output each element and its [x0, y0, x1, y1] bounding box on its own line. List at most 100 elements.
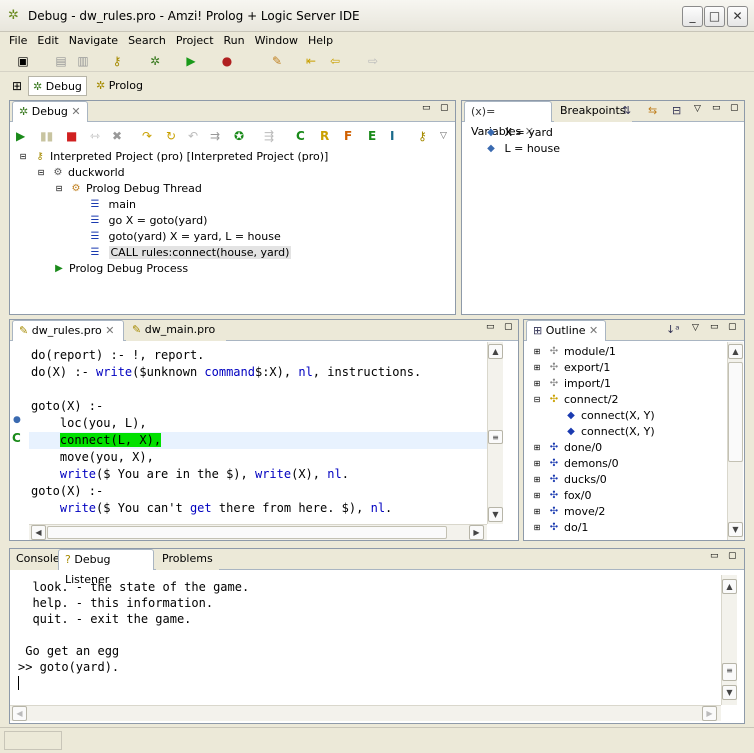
breakpoint-marker-icon[interactable]: ● [13, 415, 21, 425]
minimize-view-icon[interactable]: ▭ [486, 322, 495, 332]
step-over-icon[interactable]: ↻ [166, 126, 176, 146]
sort-icon[interactable]: ↓ᵃ [666, 323, 680, 336]
tab-dw-rules[interactable]: ✎ dw_rules.pro ✕ [12, 320, 124, 341]
perspective-debug[interactable]: ✲ Debug [28, 76, 87, 96]
view-menu-icon[interactable]: ▽ [694, 104, 701, 114]
info-port-icon[interactable]: I [390, 126, 394, 146]
redo-port-icon[interactable]: R [320, 126, 329, 146]
console-caret[interactable] [18, 676, 19, 690]
outline-item[interactable]: ⊞ ✣ move/2 [530, 504, 606, 520]
code-line-current[interactable]: connect(L, X), [31, 432, 162, 449]
tree-item-frame-main[interactable]: ☰ main [88, 197, 136, 213]
tree-item-thread[interactable]: ⊟ ⚙ Prolog Debug Thread [52, 181, 202, 197]
step-into-icon[interactable]: ↷ [142, 126, 152, 146]
menu-run[interactable]: Run [219, 32, 250, 50]
external-tools-icon[interactable]: ● [218, 52, 236, 70]
menu-edit[interactable]: Edit [32, 32, 63, 50]
minimize-view-icon[interactable]: ▭ [710, 322, 719, 332]
code-line[interactable]: do(X) :- write($unknown command$:X), nl,… [31, 364, 421, 381]
maximize-button[interactable]: □ [704, 6, 725, 27]
project-icon[interactable]: ⚷ [418, 126, 427, 146]
minimize-view-icon[interactable]: ▭ [712, 103, 721, 113]
disconnect-icon[interactable]: ⇿ [90, 126, 100, 146]
run-icon[interactable]: ▶ [182, 52, 200, 70]
outline-item[interactable]: ⊞ ✣ demons/0 [530, 456, 619, 472]
maximize-view-icon[interactable]: ▢ [730, 103, 739, 113]
code-line[interactable]: move(you, X), [31, 449, 154, 466]
resume-icon[interactable]: ▶ [16, 126, 25, 146]
code-line[interactable]: goto(X) :- [31, 483, 103, 500]
save-icon[interactable]: ▤ [52, 52, 70, 70]
editor-horizontal-scrollbar[interactable]: ◀ ▶ [29, 524, 487, 540]
outline-item[interactable]: ⊞ ✣ ducks/0 [530, 472, 607, 488]
menu-help[interactable]: Help [303, 32, 338, 50]
console-horizontal-scrollbar[interactable]: ◀ ▶ [10, 705, 721, 721]
pin-icon[interactable]: ✎ [268, 52, 286, 70]
menu-search[interactable]: Search [123, 32, 171, 50]
minimize-view-icon[interactable]: ▭ [422, 103, 431, 113]
view-menu-icon[interactable]: ▽ [692, 323, 699, 333]
perspective-prolog[interactable]: ✲ Prolog [92, 76, 147, 96]
suspend-icon[interactable]: ▮▮ [40, 126, 53, 146]
tree-item-process[interactable]: ▶ Prolog Debug Process [52, 261, 188, 277]
code-line[interactable]: do(report) :- !, report. [31, 347, 204, 364]
code-line[interactable]: loc(you, L), [31, 415, 147, 432]
code-line[interactable]: write($ You are in the $), write(X), nl. [31, 466, 349, 483]
terminate-icon[interactable]: ■ [66, 126, 77, 146]
outline-vertical-scrollbar[interactable]: ▲ ▼ [727, 342, 743, 540]
step-return-icon[interactable]: ↶ [188, 126, 198, 146]
console-vertical-scrollbar[interactable]: ▲ ≡ ▼ [721, 575, 737, 705]
outline-item[interactable]: ⊞ ✣ import/1 [530, 376, 611, 392]
open-perspective-icon[interactable]: ⊞ [8, 77, 26, 95]
show-type-icon[interactable]: ⇅ [622, 104, 631, 117]
menu-navigate[interactable]: Navigate [64, 32, 123, 50]
maximize-view-icon[interactable]: ▢ [728, 551, 737, 561]
tab-debug-listener[interactable]: ? Debug Listener [58, 549, 154, 586]
editor-vertical-scrollbar[interactable]: ▲ ≡ ▼ [487, 342, 503, 524]
tab-breakpoints[interactable]: Breakpoints [554, 101, 632, 122]
menu-window[interactable]: Window [250, 32, 303, 50]
show-logical-icon[interactable]: ⇆ [648, 104, 657, 117]
maximize-view-icon[interactable]: ▢ [728, 322, 737, 332]
tab-dw-main[interactable]: ✎ dw_main.pro [126, 320, 226, 341]
view-menu-icon[interactable]: ▽ [440, 126, 447, 146]
variable-row[interactable]: ◆ L = house [484, 141, 560, 157]
outline-item-clause[interactable]: ◆ connect(X, Y) [564, 424, 655, 440]
code-line[interactable]: goto(X) :- [31, 398, 103, 415]
outline-item[interactable]: ⊞ ✣ fox/0 [530, 488, 592, 504]
remove-terminated-icon[interactable]: ✖ [112, 126, 122, 146]
outline-item[interactable]: ⊞ ✣ module/1 [530, 344, 616, 360]
variable-row[interactable]: ◆ X = yard [484, 125, 553, 141]
collapse-all-icon[interactable]: ⊟ [672, 104, 681, 117]
tree-item-frame-call[interactable]: ☰ CALL rules:connect(house, yard) [88, 245, 292, 261]
outline-item[interactable]: ⊟ ✣ connect/2 [530, 392, 619, 408]
project-icon[interactable]: ⚷ [108, 52, 126, 70]
call-port-icon[interactable]: C [296, 126, 305, 146]
use-step-filters-icon[interactable]: ⇶ [264, 126, 274, 146]
code-line[interactable]: write($ You can't get there from here. $… [31, 500, 392, 517]
forward-icon[interactable]: ⇨ [364, 52, 382, 70]
minimize-view-icon[interactable]: ▭ [710, 551, 719, 561]
new-icon[interactable]: ▣ [14, 52, 32, 70]
maximize-view-icon[interactable]: ▢ [504, 322, 513, 332]
outline-item[interactable]: ⊞ ✣ do/1 [530, 520, 589, 536]
tab-problems[interactable]: Problems [156, 549, 219, 570]
menu-project[interactable]: Project [171, 32, 219, 50]
maximize-view-icon[interactable]: ▢ [440, 103, 449, 113]
tab-debug[interactable]: ✲ Debug ✕ [12, 101, 88, 122]
outline-item[interactable]: ⊞ ✣ export/1 [530, 360, 611, 376]
outline-item-clause[interactable]: ◆ connect(X, Y) [564, 408, 655, 424]
tree-item-frame-go[interactable]: ☰ go X = goto(yard) [88, 213, 208, 229]
trace-icon[interactable]: ✪ [234, 126, 244, 146]
tree-item-frame-goto[interactable]: ☰ goto(yard) X = yard, L = house [88, 229, 281, 245]
tree-item-project[interactable]: ⊟ ⚷ Interpreted Project (pro) [Interpreted… [16, 149, 329, 165]
close-button[interactable]: ✕ [727, 6, 748, 27]
outline-item[interactable]: ⊞ ✣ done/0 [530, 440, 603, 456]
tree-item-duckworld[interactable]: ⊟ ⚙ duckworld [34, 165, 125, 181]
prev-annotation-icon[interactable]: ⇤ [302, 52, 320, 70]
fail-port-icon[interactable]: F [344, 126, 352, 146]
print-icon[interactable]: ▥ [74, 52, 92, 70]
drop-to-frame-icon[interactable]: ⇉ [210, 126, 220, 146]
exit-port-icon[interactable]: E [368, 126, 376, 146]
menu-file[interactable]: File [4, 32, 32, 50]
